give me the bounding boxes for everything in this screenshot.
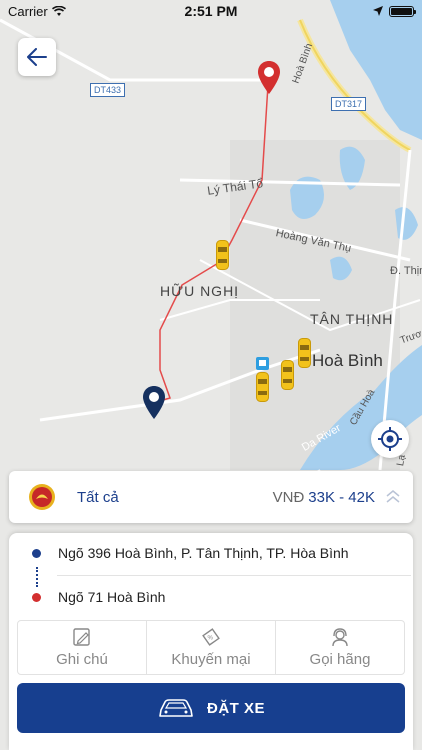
- dropoff-dot-icon: [32, 592, 41, 602]
- crosshair-icon: [378, 427, 402, 451]
- pickup-pin-icon: [143, 386, 165, 419]
- call-company-label: Gọi hãng: [309, 651, 371, 668]
- pickup-dot-icon: [32, 548, 41, 558]
- svg-text:%: %: [208, 636, 214, 642]
- battery-icon: [389, 5, 416, 17]
- taxi-icon: [298, 338, 311, 368]
- dropoff-address-row[interactable]: Ngõ 71 Hoà Bình: [9, 577, 413, 617]
- road-shield-dt317: DT317: [331, 97, 367, 111]
- price-range: 33K - 42K: [308, 488, 375, 506]
- service-selector[interactable]: Tất cả VNĐ 33K - 42K: [9, 471, 413, 523]
- status-bar: Carrier 2:51 PM: [0, 0, 422, 22]
- destination-pin-icon: [258, 61, 280, 94]
- support-icon: [332, 628, 348, 647]
- note-label: Ghi chú: [56, 651, 108, 668]
- taxi-icon: [216, 240, 229, 270]
- pickup-address-row[interactable]: Ngõ 396 Hoà Bình, P. Tân Thịnh, TP. Hòa …: [9, 533, 413, 573]
- promotion-label: Khuyến mại: [171, 651, 251, 668]
- expand-chevron-icon[interactable]: [383, 489, 403, 505]
- booking-sheet: Ngõ 396 Hoà Bình, P. Tân Thịnh, TP. Hòa …: [9, 533, 413, 750]
- map-label-d-thin: Đ. Thịn: [390, 265, 422, 277]
- carrier-label: Carrier: [8, 3, 48, 19]
- wifi-icon: [51, 5, 66, 16]
- coupon-icon: %: [202, 628, 220, 646]
- price-currency: VNĐ: [272, 488, 305, 506]
- promotion-button[interactable]: % Khuyến mại: [146, 621, 275, 674]
- dropoff-address: Ngõ 71 Hoà Bình: [58, 589, 166, 605]
- map-label-hoa-binh: Hoà Bình: [312, 351, 383, 370]
- car-icon: [159, 699, 193, 717]
- map-label-tan-thinh: TÂN THỊNH: [310, 311, 394, 327]
- book-ride-label: ĐẶT XE: [206, 699, 265, 717]
- service-name: Tất cả: [77, 488, 119, 506]
- back-button[interactable]: [18, 38, 56, 76]
- divider: [57, 575, 411, 576]
- note-icon: [73, 628, 90, 646]
- company-logo: [27, 482, 57, 512]
- price-estimate: VNĐ 33K - 42K: [273, 489, 375, 506]
- taxi-icon: [281, 360, 294, 390]
- taxi-icon: [256, 372, 269, 402]
- back-arrow-icon: [27, 48, 47, 66]
- my-location-button[interactable]: [371, 420, 409, 458]
- call-company-button[interactable]: Gọi hãng: [275, 621, 404, 674]
- pickup-address: Ngõ 396 Hoà Bình, P. Tân Thịnh, TP. Hòa …: [58, 545, 349, 561]
- bus-stop-icon: [256, 357, 269, 370]
- book-ride-button[interactable]: ĐẶT XE: [17, 683, 405, 733]
- map-label-huu-nghi: HỮU NGHỊ: [160, 283, 240, 299]
- action-bar: Ghi chú % Khuyến mại Gọi hãng: [17, 620, 405, 675]
- note-button[interactable]: Ghi chú: [18, 621, 146, 674]
- road-shield-dt433: DT433: [90, 83, 126, 97]
- location-arrow-icon: [373, 6, 383, 16]
